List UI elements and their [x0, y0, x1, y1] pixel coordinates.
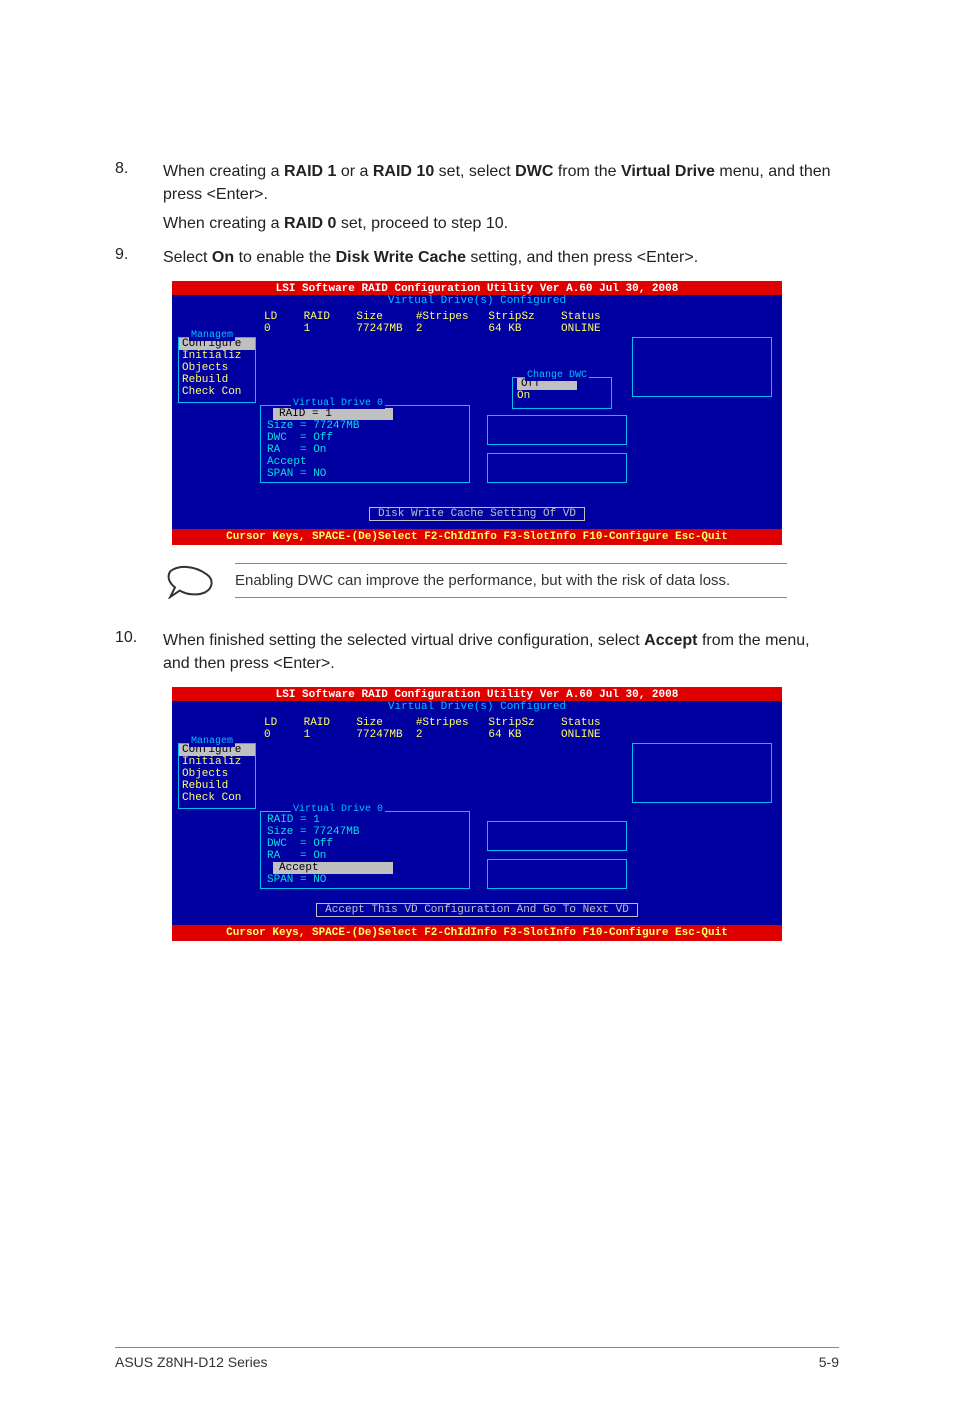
bios-subtitle: Virtual Drive(s) Configured	[172, 701, 782, 715]
table-header: LD RAID Size #Stripes StripSz Status	[264, 717, 601, 729]
footer-left: ASUS Z8NH-D12 Series	[115, 1354, 268, 1370]
text: from the	[553, 163, 621, 180]
status-text: Disk Write Cache Setting Of VD	[369, 507, 585, 521]
page-footer: ASUS Z8NH-D12 Series 5-9	[115, 1347, 839, 1370]
sidebar-title: Managem	[189, 736, 235, 747]
sidebar-item-initialize[interactable]: Initializ	[179, 350, 255, 362]
step-9: 9. Select On to enable the Disk Write Ca…	[115, 246, 839, 269]
step-10: 10. When finished setting the selected v…	[115, 629, 839, 675]
step-number: 10.	[115, 629, 163, 675]
sidebar-item-check[interactable]: Check Con	[179, 386, 255, 398]
sidebar-menu[interactable]: Managem Configure Initializ Objects Rebu…	[178, 337, 256, 403]
step-8: 8. When creating a RAID 1 or a RAID 10 s…	[115, 160, 839, 206]
status-text: Accept This VD Configuration And Go To N…	[316, 903, 638, 917]
sidebar-item-rebuild[interactable]: Rebuild	[179, 374, 255, 386]
text: or a	[336, 163, 372, 180]
sidebar-item-initialize[interactable]: Initializ	[179, 756, 255, 768]
text: to enable the	[234, 249, 335, 266]
text: set, select	[434, 163, 515, 180]
bold: Disk Write Cache	[336, 249, 466, 266]
decor-box	[487, 859, 627, 889]
text: When creating a	[163, 215, 284, 232]
decor-box	[487, 453, 627, 483]
bold: RAID 10	[373, 163, 434, 180]
bios-main: LD RAID Size #Stripes StripSz Status 0 1…	[172, 309, 782, 499]
decor-box	[632, 337, 772, 397]
bold: Virtual Drive	[621, 163, 715, 180]
change-dwc-box[interactable]: Change DWC Off On	[512, 377, 612, 409]
change-item-on[interactable]: On	[513, 390, 611, 402]
bold: DWC	[515, 163, 553, 180]
sidebar-item-objects[interactable]: Objects	[179, 362, 255, 374]
decor-box	[632, 743, 772, 803]
note-row: Enabling DWC can improve the performance…	[167, 563, 787, 599]
bios-title: LSI Software RAID Configuration Utility …	[172, 687, 782, 701]
sidebar-item-objects[interactable]: Objects	[179, 768, 255, 780]
vd-title: Virtual Drive 0	[291, 398, 385, 409]
bios-subtitle: Virtual Drive(s) Configured	[172, 295, 782, 309]
change-title: Change DWC	[525, 370, 589, 381]
vd-line-span[interactable]: SPAN = NO	[261, 874, 469, 886]
bold: Accept	[644, 632, 697, 649]
vd-line-dwc[interactable]: DWC = Off	[261, 432, 469, 444]
text: Select	[163, 249, 212, 266]
sidebar-item-check[interactable]: Check Con	[179, 792, 255, 804]
vd-line-accept[interactable]: Accept	[261, 456, 469, 468]
sidebar-item-rebuild[interactable]: Rebuild	[179, 780, 255, 792]
text: When finished setting the selected virtu…	[163, 632, 644, 649]
vd-line-ra[interactable]: RA = On	[261, 850, 469, 862]
virtual-drive-box[interactable]: Virtual Drive 0 RAID = 1 Size = 77247MB …	[260, 811, 470, 889]
bold: RAID 0	[284, 215, 336, 232]
bios-screenshot-2: LSI Software RAID Configuration Utility …	[172, 687, 782, 941]
status-bar: Disk Write Cache Setting Of VD	[172, 499, 782, 529]
sidebar-title: Managem	[189, 330, 235, 341]
sidebar-menu[interactable]: Managem Configure Initializ Objects Rebu…	[178, 743, 256, 809]
decor-box	[487, 415, 627, 445]
note-icon	[167, 563, 215, 599]
bold: On	[212, 249, 234, 266]
vd-line-size[interactable]: Size = 77247MB	[261, 420, 469, 432]
step-body: Select On to enable the Disk Write Cache…	[163, 246, 698, 269]
step-body: When creating a RAID 1 or a RAID 10 set,…	[163, 160, 839, 206]
vd-line-size[interactable]: Size = 77247MB	[261, 826, 469, 838]
vd-line-raid[interactable]: RAID = 1	[273, 408, 393, 420]
bios-main: LD RAID Size #Stripes StripSz Status 0 1…	[172, 715, 782, 895]
note-text: Enabling DWC can improve the performance…	[235, 563, 787, 598]
vd-line-raid[interactable]: RAID = 1	[261, 814, 469, 826]
vd-line-accept[interactable]: Accept	[273, 862, 393, 874]
vd-line-dwc[interactable]: DWC = Off	[261, 838, 469, 850]
bios-footer: Cursor Keys, SPACE-(De)Select F2-ChIdInf…	[172, 529, 782, 545]
vd-title: Virtual Drive 0	[291, 804, 385, 815]
bold: RAID 1	[284, 163, 336, 180]
vd-line-ra[interactable]: RA = On	[261, 444, 469, 456]
step-number: 9.	[115, 246, 163, 269]
bios-footer: Cursor Keys, SPACE-(De)Select F2-ChIdInf…	[172, 925, 782, 941]
table-header: LD RAID Size #Stripes StripSz Status	[264, 311, 601, 323]
text: set, proceed to step 10.	[336, 215, 508, 232]
footer-right: 5-9	[819, 1354, 839, 1370]
vd-line-span[interactable]: SPAN = NO	[261, 468, 469, 480]
step-number: 8.	[115, 160, 163, 206]
text: When creating a	[163, 163, 284, 180]
table-row: 0 1 77247MB 2 64 KB ONLINE	[264, 323, 601, 335]
decor-box	[487, 821, 627, 851]
bios-screenshot-1: LSI Software RAID Configuration Utility …	[172, 281, 782, 545]
bios-title: LSI Software RAID Configuration Utility …	[172, 281, 782, 295]
text: setting, and then press <Enter>.	[466, 249, 698, 266]
status-bar: Accept This VD Configuration And Go To N…	[172, 895, 782, 925]
virtual-drive-box[interactable]: Virtual Drive 0 RAID = 1 Size = 77247MB …	[260, 405, 470, 483]
table-row: 0 1 77247MB 2 64 KB ONLINE	[264, 729, 601, 741]
step-8-sub: When creating a RAID 0 set, proceed to s…	[163, 212, 839, 235]
step-body: When finished setting the selected virtu…	[163, 629, 839, 675]
